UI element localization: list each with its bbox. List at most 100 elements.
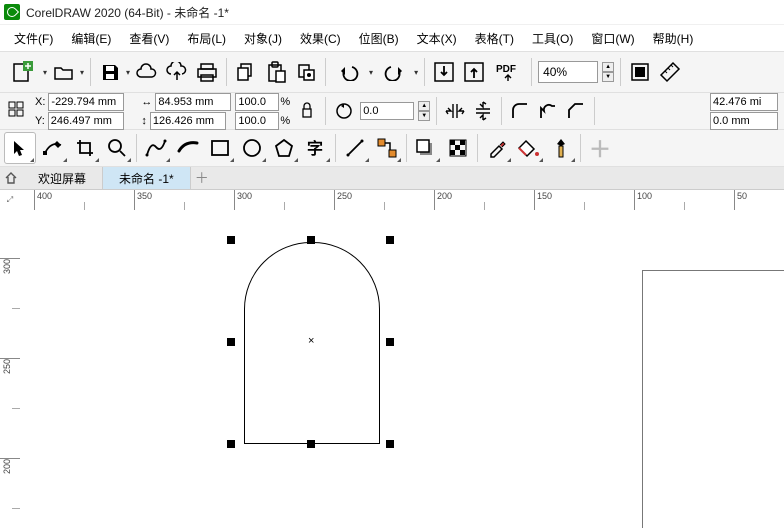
corner-chamfer-button[interactable] [564,99,588,123]
new-dropdown-icon[interactable]: ▾ [43,68,47,77]
y-input[interactable]: 246.497 mm [48,112,124,130]
rulers-button[interactable] [657,59,683,85]
canvas[interactable]: × [20,210,784,528]
freehand-tool[interactable] [141,133,171,163]
separator [90,58,91,86]
menu-table[interactable]: 表格(T) [467,27,522,50]
pick-tool[interactable] [4,132,36,164]
undo-dropdown-icon[interactable]: ▾ [369,68,373,77]
handle-s[interactable] [307,440,315,448]
connector-tool[interactable] [372,133,402,163]
standard-toolbar: ▾ ▾ ▾ ▾ ▾ PDF ▲ ▼ [0,51,784,93]
menu-effects[interactable]: 效果(C) [292,27,349,50]
outline-offset-input[interactable]: 0.0 mm [710,112,778,130]
crop-tool[interactable] [70,133,100,163]
cloud-up-button[interactable] [164,59,190,85]
transparency-tool[interactable] [443,133,473,163]
tab-document[interactable]: 未命名 -1* [103,167,191,189]
redo-button[interactable] [377,59,411,85]
separator [477,134,478,162]
menu-window[interactable]: 窗口(W) [583,27,642,50]
menu-object[interactable]: 对象(J) [236,27,290,50]
text-tool[interactable]: 字 [301,133,331,163]
zoom-tool[interactable] [102,133,132,163]
separator [620,58,621,86]
svg-text:字: 字 [307,139,323,158]
menu-tools[interactable]: 工具(O) [524,27,581,50]
corner-scallop-button[interactable] [536,99,560,123]
separator [406,134,407,162]
zoom-up-button[interactable]: ▲ [602,62,614,72]
fullscreen-button[interactable] [627,59,653,85]
ellipse-tool[interactable] [237,133,267,163]
y-label: Y: [34,115,46,127]
pdf-button[interactable]: PDF [491,59,525,85]
menu-text[interactable]: 文本(X) [409,27,465,50]
mirror-v-button[interactable] [471,99,495,123]
cloud-button[interactable] [134,59,160,85]
outline-width-input[interactable]: 42.476 mi [710,93,778,111]
dropshadow-tool[interactable] [411,133,441,163]
paste-button[interactable] [263,59,289,85]
eyedropper-tool[interactable] [482,133,512,163]
rectangle-tool[interactable] [205,133,235,163]
rot-up-button[interactable]: ▲ [418,101,430,111]
handle-e[interactable] [386,338,394,346]
x-input[interactable]: -229.794 mm [48,93,124,111]
open-button[interactable] [51,59,77,85]
ruler-horizontal[interactable]: 40035030025020015010050 [20,190,784,211]
menu-view[interactable]: 查看(V) [121,27,177,50]
handle-nw[interactable] [227,236,235,244]
add-tab-button[interactable]: ＋ [191,167,213,189]
handle-n[interactable] [307,236,315,244]
x-label: X: [34,96,46,108]
shape-tool[interactable] [38,133,68,163]
save-button[interactable] [97,59,123,85]
menu-edit[interactable]: 编辑(E) [63,27,119,50]
menu-help[interactable]: 帮助(H) [645,27,702,50]
pct-label-2: % [279,115,291,127]
separator [424,58,425,86]
center-marker-icon[interactable]: × [308,335,314,347]
print-button[interactable] [194,59,220,85]
tab-welcome[interactable]: 欢迎屏幕 [22,167,103,189]
corner-round-button[interactable] [508,99,532,123]
handle-w[interactable] [227,338,235,346]
menu-file[interactable]: 文件(F) [6,27,61,50]
zoom-input[interactable] [538,61,598,83]
rotation-input[interactable]: 0.0 [360,102,414,120]
handle-ne[interactable] [386,236,394,244]
add-tool-button[interactable]: ＋ [585,133,615,163]
redo-dropdown-icon[interactable]: ▾ [414,68,418,77]
menu-layout[interactable]: 布局(L) [179,27,234,50]
polygon-tool[interactable] [269,133,299,163]
mirror-h-button[interactable] [443,99,467,123]
ruler-origin[interactable]: ⤢ [0,190,21,211]
save-dropdown-icon[interactable]: ▾ [126,68,130,77]
copy-button[interactable] [233,59,259,85]
handle-sw[interactable] [227,440,235,448]
scaley-input[interactable]: 100.0 [235,112,279,130]
copy-props-button[interactable] [293,59,319,85]
menu-bitmap[interactable]: 位图(B) [351,27,407,50]
parallel-dim-tool[interactable] [340,133,370,163]
handle-se[interactable] [386,440,394,448]
separator [226,58,227,86]
toolbox: 字 ＋ [0,130,784,167]
fill-tool[interactable] [514,133,544,163]
undo-button[interactable] [332,59,366,85]
ruler-vertical[interactable]: 300250200150 [0,210,21,528]
outline-tool[interactable] [546,133,576,163]
artistic-media-tool[interactable] [173,133,203,163]
new-button[interactable] [6,59,40,85]
export-button[interactable] [461,59,487,85]
rot-down-button[interactable]: ▼ [418,111,430,121]
lock-ratio-button[interactable] [295,99,319,123]
scalex-input[interactable]: 100.0 [235,93,279,111]
open-dropdown-icon[interactable]: ▾ [80,68,84,77]
import-button[interactable] [431,59,457,85]
home-tab-icon[interactable] [0,167,22,189]
zoom-down-button[interactable]: ▼ [602,72,614,82]
width-input[interactable]: 84.953 mm [155,93,231,111]
height-input[interactable]: 126.426 mm [150,112,226,130]
